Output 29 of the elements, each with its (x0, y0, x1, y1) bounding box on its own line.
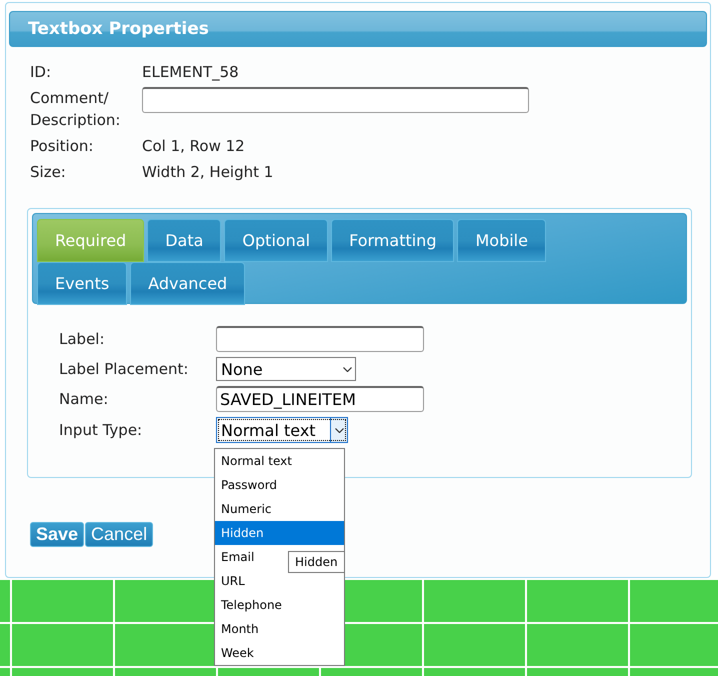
select-field[interactable]: None (216, 357, 356, 381)
field-label: ID: (30, 62, 52, 83)
chevron-down-icon (334, 428, 344, 432)
tab[interactable]: Optional (224, 219, 328, 262)
tooltip: Hidden (288, 551, 345, 573)
comment-field[interactable] (142, 87, 529, 113)
field-label: Label Placement: (59, 359, 190, 380)
field-value: ELEMENT_58 (142, 62, 240, 83)
save-button[interactable]: Save (30, 522, 84, 547)
tab[interactable]: Advanced (130, 262, 246, 305)
field-label: Size: (30, 162, 67, 183)
field-label: Comment/ Description: (30, 88, 122, 131)
select-field[interactable]: Normal text (216, 417, 348, 443)
tab[interactable]: Data (147, 219, 222, 262)
field-label: Input Type: (59, 420, 144, 441)
tab[interactable]: Mobile (457, 219, 546, 262)
field-value: Col 1, Row 12 (142, 136, 246, 157)
dialog-title: Textbox Properties (9, 11, 707, 47)
chevron-down-icon (342, 366, 352, 372)
tab[interactable]: Events (37, 262, 128, 305)
field-label: Name: (59, 389, 110, 410)
field-label: Label: (59, 329, 106, 350)
text-field[interactable] (216, 326, 424, 352)
text-field[interactable]: SAVED_LINEITEM (216, 386, 424, 412)
dropdown-option[interactable]: Hidden (215, 521, 344, 545)
field-value: Width 2, Height 1 (142, 162, 274, 183)
tab[interactable]: Formatting (331, 219, 454, 262)
field-label: Position: (30, 136, 94, 157)
cancel-button[interactable]: Cancel (85, 522, 154, 547)
